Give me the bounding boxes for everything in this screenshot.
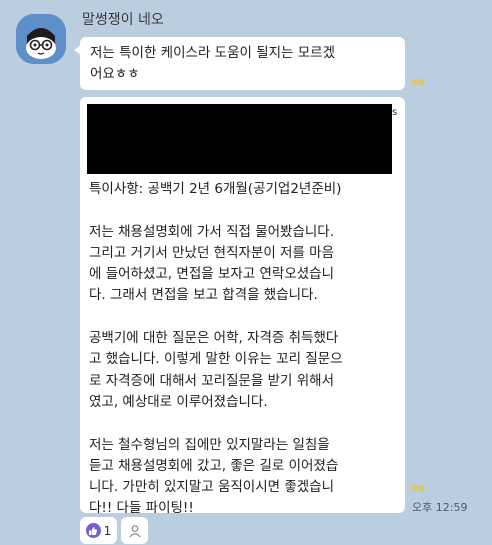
- sender-name: 말썽쟁이 네오: [82, 12, 164, 28]
- message-time: 오후 12:59: [412, 501, 468, 514]
- message-bubble[interactable]: s 특이사항: 공백기 2년 6개월(공기업2년준비) 저는 채용설명회에 가서…: [80, 97, 405, 516]
- avatar[interactable]: [16, 14, 66, 64]
- like-count: 1: [103, 523, 112, 538]
- person-icon: [128, 524, 141, 537]
- thumbs-up-icon: [85, 523, 101, 538]
- redacted-text-fragment: s: [392, 107, 398, 118]
- message-bubble[interactable]: 저는 특이한 케이스라 도움이 될지는 모르겠 어요ㅎㅎ: [74, 37, 405, 90]
- add-reaction-button[interactable]: [121, 517, 148, 544]
- redacted-image: [87, 104, 392, 174]
- neo-character-icon: [16, 14, 66, 64]
- message-text: 저는 특이한 케이스라 도움이 될지는 모르겠 어요ㅎㅎ: [90, 45, 336, 82]
- unread-count: 99: [411, 78, 425, 89]
- like-reaction-button[interactable]: 1: [80, 517, 117, 544]
- message-text: 특이사항: 공백기 2년 6개월(공기업2년준비) 저는 채용설명회에 가서 직…: [89, 181, 343, 517]
- unread-count: 99: [411, 484, 425, 495]
